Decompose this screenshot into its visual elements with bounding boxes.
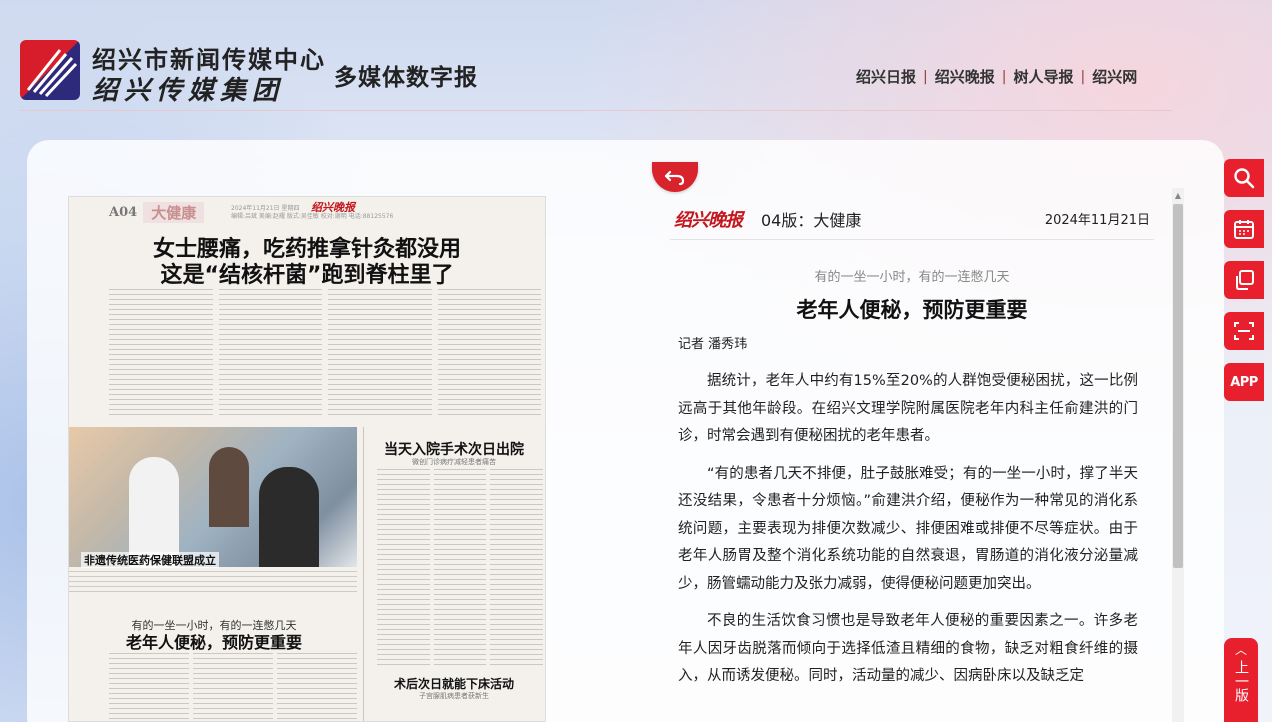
scan-button[interactable] (1224, 312, 1264, 350)
previous-page-button[interactable]: ︿ 上一版 (1224, 638, 1258, 722)
logo-icon (20, 40, 80, 100)
header-divider (20, 110, 1172, 111)
paper-side-subtitle: 微创门诊病疗减轻患者痛苦 (412, 458, 496, 466)
text-column (490, 469, 544, 669)
newspaper-page[interactable]: A04 大健康 2024年11月21日 星期四 编辑:吕斌 美编:赵耀 版式:吴… (68, 196, 546, 722)
article-paragraph: “有的患者几天不排便，肚子鼓胀难受；有的一坐一小时，撑了半天还没结果，令患者十分… (678, 465, 1138, 592)
article-body: 据统计，老年人中约有15%至20%的人群饱受便秘困扰，这一比例远高于其他年龄段。… (678, 368, 1138, 701)
nav-shaoxing-net[interactable]: 绍兴网 (1092, 66, 1137, 87)
article-byline: 记者 潘秀玮 (678, 337, 748, 352)
text-column (377, 469, 430, 669)
app-label: APP (1230, 374, 1258, 390)
text-column (218, 289, 322, 419)
scroll-up-arrow-icon[interactable]: ▲ (1172, 188, 1184, 202)
paper-bottom-subtitle: 子宫腺肌病患者获新生 (419, 692, 489, 700)
search-icon (1234, 168, 1255, 189)
top-nav: 绍兴日报 | 绍兴晚报 | 树人导报 | 绍兴网 (856, 66, 1137, 87)
text-column (277, 653, 357, 721)
text-column (109, 653, 189, 721)
article-edition: 04版：大健康 (761, 211, 862, 230)
article-masthead: 绍兴晚报 (674, 210, 743, 231)
nav-separator: | (923, 68, 928, 85)
text-column (193, 653, 273, 721)
article-kicker: 有的一坐一小时，有的一连憋几天 (814, 270, 1010, 285)
group-name: 绍兴传媒集团 (92, 76, 285, 106)
paper-headline-2[interactable]: 这是“结核杆菌”跑到脊柱里了 (69, 257, 545, 289)
paper-page-header: A04 大健康 (109, 201, 205, 223)
search-button[interactable] (1224, 159, 1264, 197)
paper-article-title[interactable]: 老年人便秘，预防更重要 (69, 629, 359, 653)
copy-icon (1236, 270, 1254, 290)
nav-shaoxing-evening[interactable]: 绍兴晚报 (935, 66, 995, 87)
article-header: 绍兴晚报 04版：大健康 2024年11月21日 (670, 200, 1154, 240)
paper-text-columns (69, 289, 545, 419)
nav-separator: | (1001, 68, 1007, 85)
site-header: 绍兴市新闻传媒中心 绍兴传媒集团 多媒体数字报 绍兴日报 | 绍兴晚报 | 树人… (0, 0, 1272, 112)
text-column (328, 289, 432, 419)
paper-article-columns (109, 653, 357, 721)
paper-page-number: A04 (109, 204, 138, 220)
paper-photo-caption: 非遗传统医药保健联盟成立 (81, 552, 219, 568)
chevron-up-icon: ︿ (1234, 643, 1247, 657)
previous-page-label: 上一版 (1233, 660, 1249, 702)
paper-photo[interactable] (69, 427, 357, 567)
paper-section: 大健康 (143, 201, 205, 223)
paper-side-columns (377, 469, 544, 669)
paper-photo-text (69, 571, 357, 595)
article-title: 老年人便秘，预防更重要 (796, 298, 1028, 322)
paper-side-headline[interactable]: 当天入院手术次日出院 (369, 439, 539, 459)
paper-column-divider (363, 427, 364, 721)
nav-shuren-daobao[interactable]: 树人导报 (1013, 66, 1073, 87)
nav-shaoxing-daily[interactable]: 绍兴日报 (856, 66, 916, 87)
return-arrow-icon (664, 170, 685, 186)
nav-separator: | (1080, 68, 1086, 85)
text-column (109, 289, 213, 419)
app-button[interactable]: APP (1224, 363, 1264, 401)
calendar-icon (1234, 220, 1254, 239)
copy-button[interactable] (1224, 261, 1264, 299)
calendar-button[interactable] (1224, 210, 1264, 248)
article-paragraph: 不良的生活饮食习惯也是导致老年人便秘的重要因素之一。许多老年人因牙齿脱落而倾向于… (678, 613, 1138, 684)
text-column (433, 469, 487, 669)
paper-masthead: 绍兴晚报 (311, 201, 355, 214)
paper-bottom-headline[interactable]: 术后次日就能下床活动 (369, 675, 539, 692)
article-paragraph: 据统计，老年人中约有15%至20%的人群饱受便秘困扰，这一比例远高于其他年龄段。… (678, 373, 1138, 444)
text-column (437, 289, 541, 419)
article-date: 2024年11月21日 (1044, 213, 1150, 228)
photo-figure (209, 447, 249, 527)
photo-figure (259, 467, 319, 567)
scan-icon (1234, 322, 1254, 340)
scrollbar-thumb[interactable] (1173, 204, 1183, 568)
site-title: 多媒体数字报 (334, 64, 478, 91)
photo-figure (129, 457, 179, 567)
